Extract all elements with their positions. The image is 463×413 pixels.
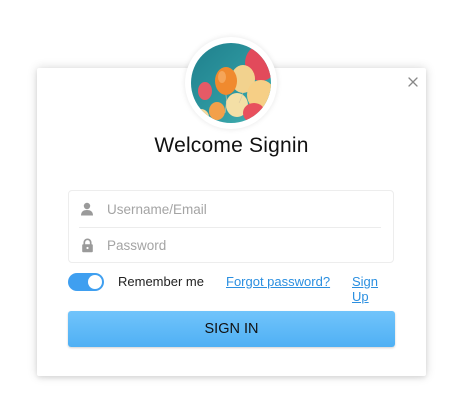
remember-toggle[interactable] [68,273,104,291]
username-field [69,191,393,227]
balloons-avatar [191,43,271,123]
signin-options: Remember me Forgot password? Sign Up [68,272,395,304]
close-button[interactable] [402,71,424,93]
username-input[interactable] [107,201,367,217]
password-field [69,227,393,263]
toggle-knob [88,275,102,289]
sign-in-button[interactable]: SIGN IN [68,311,395,347]
remember-label: Remember me [118,274,204,289]
credentials-group [68,190,394,263]
close-icon [408,77,418,87]
forgot-password-link[interactable]: Forgot password? [226,274,330,289]
lock-icon [79,237,95,253]
sign-up-link[interactable]: Sign Up [352,274,395,304]
password-input[interactable] [107,237,367,253]
signin-page: Welcome Signin Username/Email Remember m… [0,0,463,413]
balloons-image [191,43,271,123]
dialog-title: Welcome Signin [154,134,309,157]
avatar-frame [185,37,277,129]
user-icon [79,201,95,217]
